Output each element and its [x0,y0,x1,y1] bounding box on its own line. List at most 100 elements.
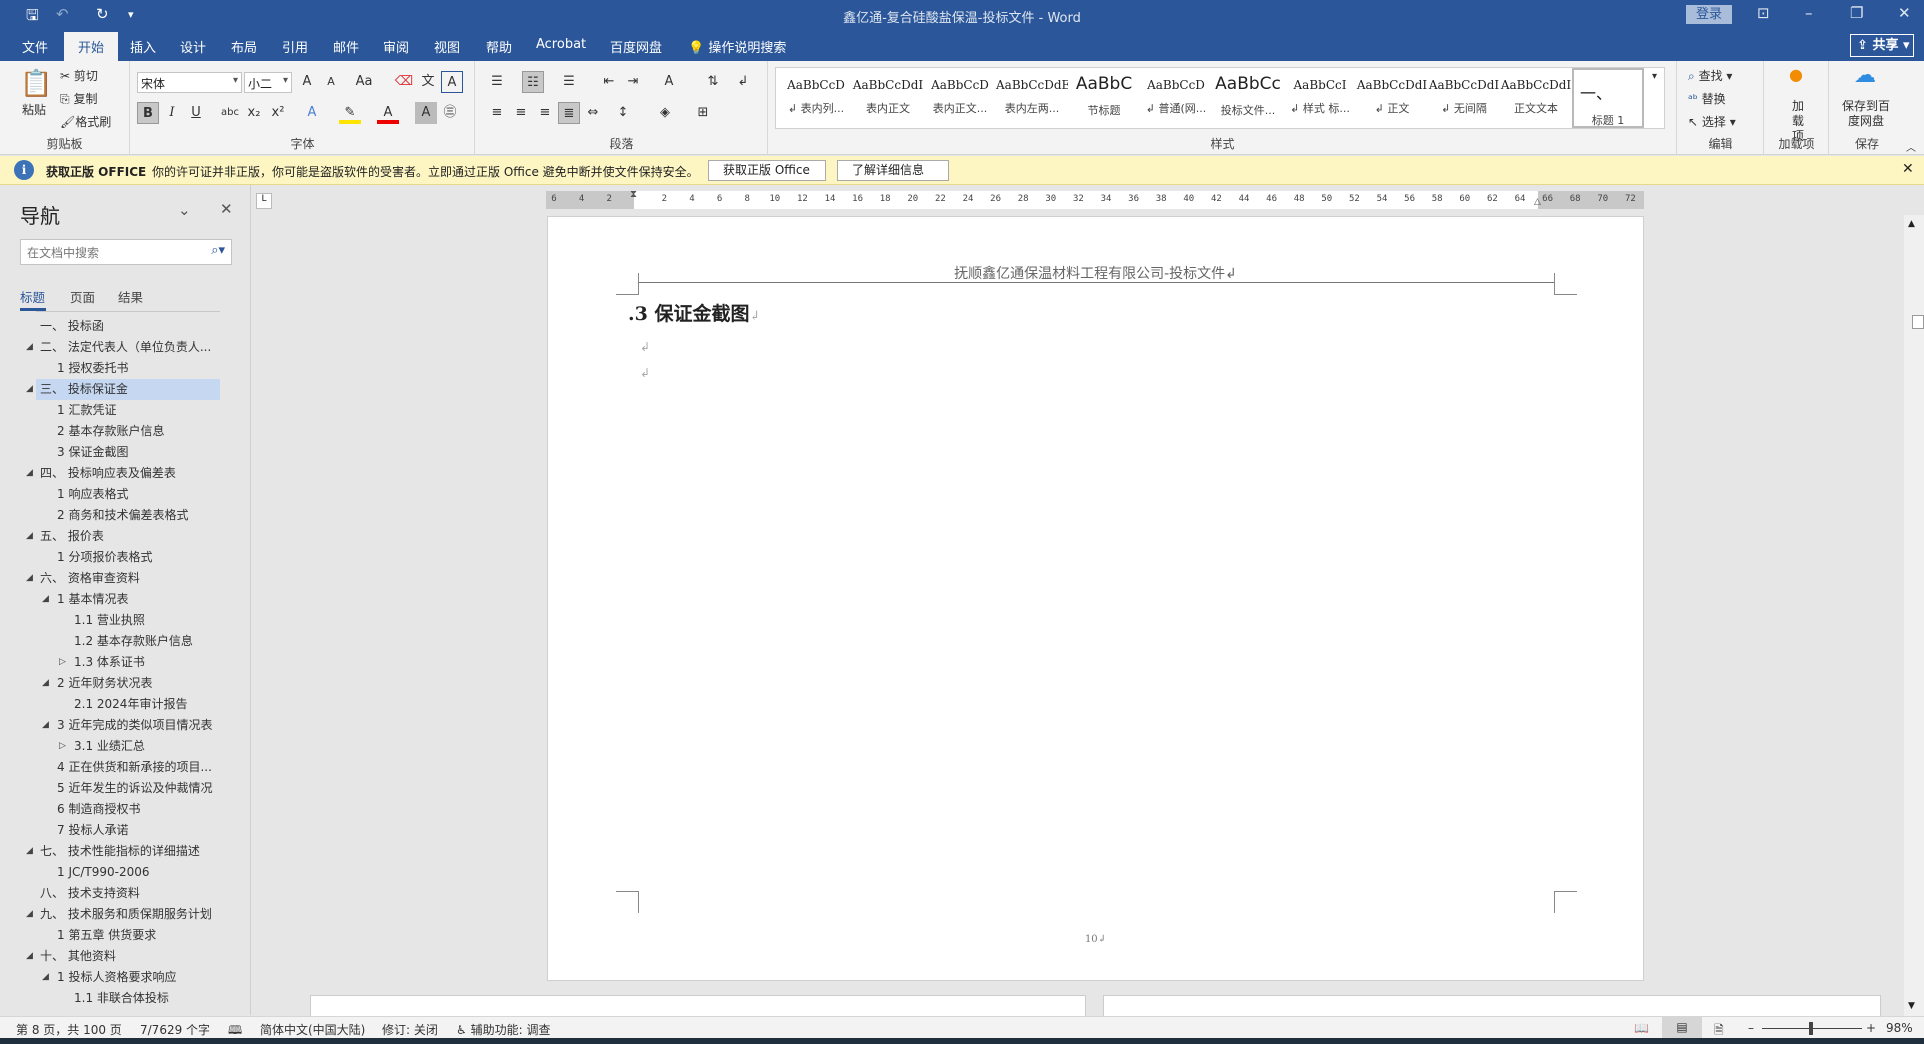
replace-button[interactable]: ᵃᵇ 替换 [1688,90,1726,107]
format-painter-button[interactable]: 🖌格式刷 [60,113,111,130]
tab-3[interactable]: 设计 [180,37,206,56]
paste-icon[interactable]: 📋 [20,69,52,99]
select-button[interactable]: ↖ 选择 ▾ [1688,113,1736,130]
scroll-up-icon[interactable]: ▲ [1908,219,1915,229]
copy-button[interactable]: ⎘ 复制 [60,90,97,107]
collapse-triangle-icon[interactable]: ◢ [26,946,33,967]
align-center-icon[interactable]: ≡ [510,102,532,124]
nav-heading-item[interactable]: 1 JC/T990-2006 [36,862,220,883]
heading-text[interactable]: .3 保证金截图↲ [628,299,760,326]
align-right-icon[interactable]: ≡ [534,102,556,124]
save-to-baidu-button[interactable]: 保存到百度网盘 [1838,99,1894,129]
multilevel-list-icon[interactable]: ☰ [558,71,580,93]
nav-heading-item[interactable]: 1 投标人资格要求响应 [36,967,220,988]
line-spacing-icon[interactable]: ↕ [612,102,634,124]
tab-5[interactable]: 引用 [282,37,308,56]
login-button[interactable]: 登录 [1686,5,1732,24]
change-case-button[interactable]: Aa [349,71,379,93]
italic-button[interactable]: I [161,102,183,124]
nav-heading-item[interactable]: 1 授权委托书 [36,358,220,379]
distributed-icon[interactable]: ⇔ [582,102,604,124]
indent-marker-icon[interactable]: ⧗ [630,189,637,200]
nav-heading-item[interactable]: 五、 报价表 [36,526,220,547]
horizontal-ruler[interactable]: 6 4 2 2 4 6 8 10 12 14 16 18 20 22 24 26 28 30 32 34 36 38 40 4… [546,189,1644,209]
page-header[interactable]: 抚顺鑫亿通保温材料工程有限公司-投标文件↲ [548,263,1643,283]
nav-heading-item[interactable]: 1.1 非联合体投标 [36,988,220,1009]
nav-tab-2[interactable]: 结果 [118,287,143,306]
style-item[interactable]: AaBbC 节标题 [1068,68,1140,128]
page-footer[interactable]: 10↲ [548,934,1643,945]
grow-font-button[interactable]: A [296,71,318,93]
nav-heading-item[interactable]: 1.1 营业执照 [36,610,220,631]
close-nav-icon[interactable]: ✕ [220,200,233,218]
nav-heading-item[interactable]: 1.2 基本存款账户信息 [36,631,220,652]
style-item[interactable]: AaBbCcI ↲ 样式 标... [1284,68,1356,128]
nav-heading-item[interactable]: 九、 技术服务和质保期服务计划 [36,904,220,925]
search-icon[interactable]: ⌕▾ [211,243,225,258]
tab-10[interactable]: Acrobat [536,37,586,52]
bold-button[interactable]: B [137,102,159,124]
page-count[interactable]: 第 8 页，共 100 页 [16,1021,122,1038]
nav-heading-item[interactable]: 4 正在供货和新承接的项目... [36,757,220,778]
collapse-triangle-icon[interactable]: ◢ [26,904,33,925]
sort-icon[interactable]: ⇅ [702,71,724,93]
font-size-select[interactable]: 小二 [244,72,292,93]
nav-heading-item[interactable]: 2 基本存款账户信息 [36,421,220,442]
nav-heading-item[interactable]: 1 基本情况表 [36,589,220,610]
nav-heading-item[interactable]: 1 汇款凭证 [36,400,220,421]
learn-more-button[interactable]: 了解详细信息 [837,160,949,181]
nav-heading-item[interactable]: 2 商务和技术偏差表格式 [36,505,220,526]
text-effects-icon[interactable]: A [301,102,323,124]
vertical-scrollbar[interactable]: ▲ ▼ [1904,215,1924,1016]
strikethrough-button[interactable]: abc [219,102,241,124]
collapse-triangle-icon[interactable]: ◢ [42,715,49,736]
phonetic-guide-icon[interactable]: 文 [417,71,439,93]
nav-heading-item[interactable]: 三、 投标保证金 [36,379,220,400]
nav-tab-1[interactable]: 页面 [70,287,95,306]
collapse-triangle-icon[interactable]: ◢ [42,967,49,988]
collapse-triangle-icon[interactable]: ◢ [26,463,33,484]
nav-heading-item[interactable]: 1 响应表格式 [36,484,220,505]
collapse-triangle-icon[interactable]: ◢ [26,526,33,547]
ribbon-display-icon[interactable]: ⊡ [1757,4,1770,22]
shading-icon[interactable]: ◈ [654,102,676,124]
enclose-char-icon[interactable]: ㊂ [439,102,461,124]
nav-heading-item[interactable]: 6 制造商授权书 [36,799,220,820]
style-item[interactable]: 一、 标题 1 [1572,68,1644,128]
nav-heading-item[interactable]: 六、 资格审查资料 [36,568,220,589]
paste-button[interactable]: 粘贴 [22,101,46,118]
minimize-icon[interactable]: – [1805,4,1813,22]
nav-heading-item[interactable]: 1 分项报价表格式 [36,547,220,568]
clear-format-icon[interactable]: ⌫ [393,71,415,93]
tab-1[interactable]: 开始 [64,32,119,61]
language-status[interactable]: 简体中文(中国大陆) [260,1021,365,1038]
document-page[interactable]: 抚顺鑫亿通保温材料工程有限公司-投标文件↲ .3 保证金截图↲ ↲ ↲ 10↲ [547,216,1644,981]
underline-button[interactable]: U [185,102,207,124]
zoom-in-icon[interactable]: + [1866,1021,1876,1035]
find-button[interactable]: ⌕ 查找 ▾ [1688,67,1732,84]
tab-7[interactable]: 审阅 [383,37,409,56]
style-item[interactable]: AaBbCcD 表内正文... [924,68,996,128]
highlight-icon[interactable]: ✎ [339,102,361,124]
asian-layout-icon[interactable]: A [658,71,680,93]
accessibility-status[interactable]: ♿ 辅助功能: 调查 [456,1021,550,1038]
collapse-triangle-icon[interactable]: ◢ [42,589,49,610]
scroll-thumb[interactable] [1912,315,1924,329]
close-infobar-icon[interactable]: ✕ [1902,161,1914,177]
zoom-slider-thumb[interactable] [1809,1022,1813,1035]
style-item[interactable]: AaBbCc 投标文件... [1212,68,1284,128]
scroll-down-icon[interactable]: ▼ [1908,1001,1915,1011]
style-item[interactable]: AaBbCcD ↲ 普通(网... [1140,68,1212,128]
nav-tab-0[interactable]: 标题 [20,287,45,306]
right-indent-marker-icon[interactable]: △ [1534,197,1541,207]
font-name-select[interactable]: 宋体 [137,72,242,93]
zoom-level[interactable]: 98% [1886,1021,1913,1035]
read-mode-icon[interactable]: 📖 [1634,1021,1649,1035]
get-genuine-button[interactable]: 获取正版 Office [708,160,826,181]
style-item[interactable]: AaBbCcDdI ↲ 正文 [1356,68,1428,128]
tab-2[interactable]: 插入 [130,37,156,56]
nav-heading-item[interactable]: 二、 法定代表人（单位负责人... [36,337,220,358]
show-marks-icon[interactable]: ↲ [732,71,754,93]
nav-options-icon[interactable]: ⌄ [178,201,191,219]
nav-heading-item[interactable]: 八、 技术支持资料 [36,883,220,904]
